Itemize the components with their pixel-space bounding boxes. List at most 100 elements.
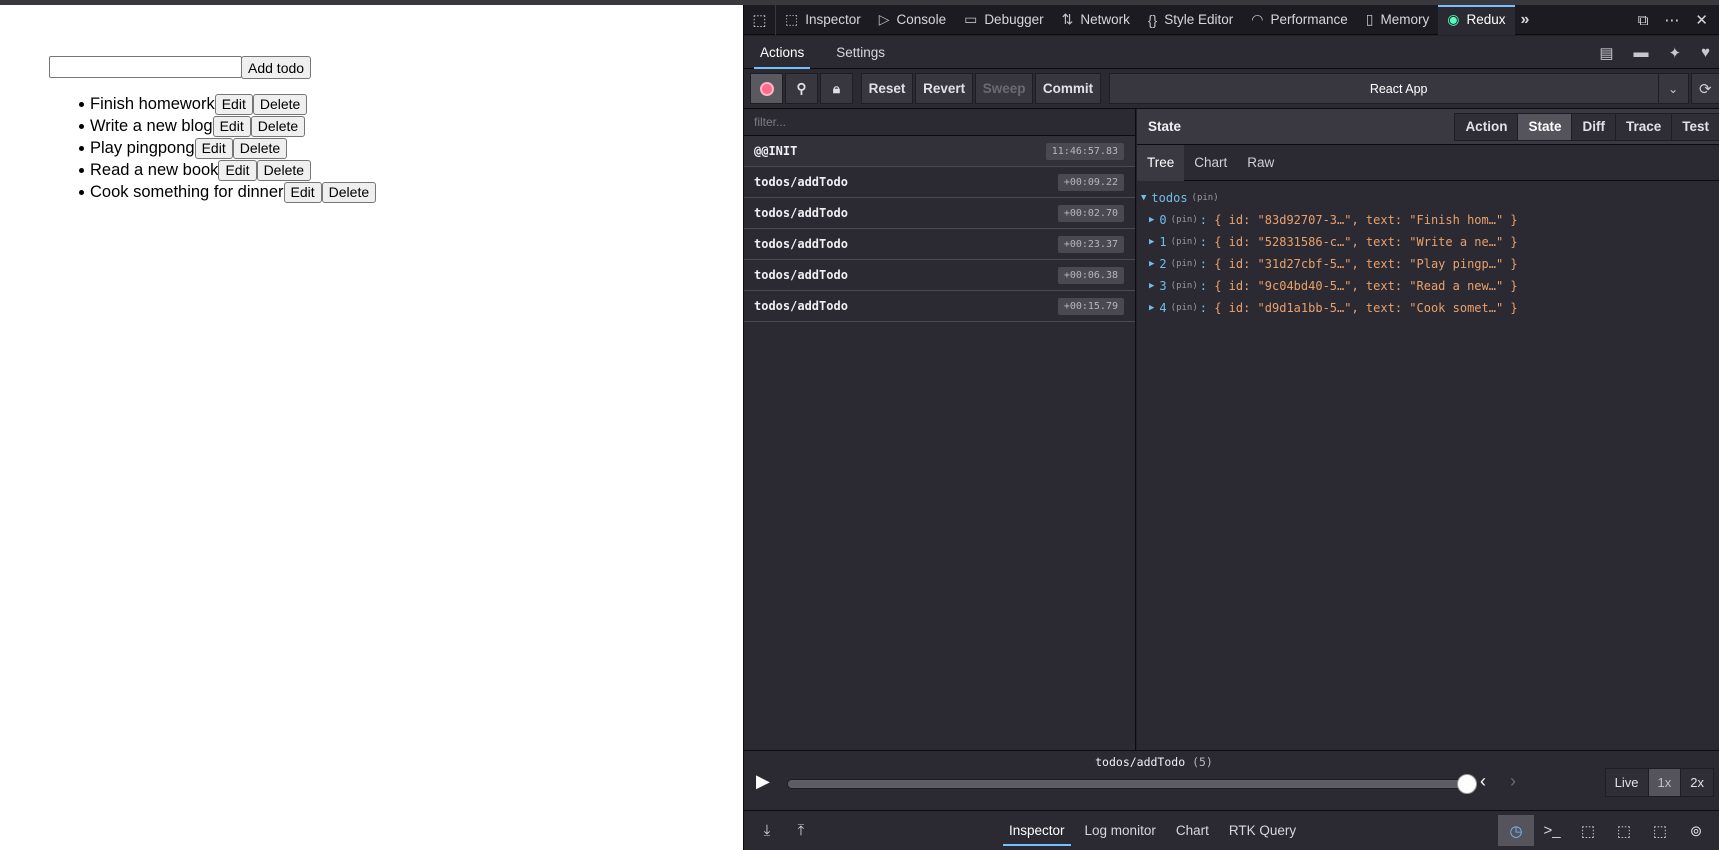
tab-diff[interactable]: Diff bbox=[1571, 112, 1616, 141]
filter-input[interactable]: filter... bbox=[744, 109, 1135, 136]
todo-input[interactable] bbox=[49, 56, 242, 78]
import-icon[interactable]: ⤓ bbox=[750, 815, 784, 846]
delete-button[interactable]: Delete bbox=[256, 159, 312, 181]
edit-button[interactable]: Edit bbox=[218, 159, 257, 181]
previous-chevron-icon[interactable]: ‹ bbox=[1480, 771, 1486, 792]
slider-handle[interactable] bbox=[1457, 774, 1477, 794]
collapsed-arrow-icon[interactable]: ▶ bbox=[1149, 281, 1154, 291]
record-button[interactable] bbox=[750, 73, 783, 104]
tab-chart-monitor[interactable]: Chart bbox=[1166, 811, 1219, 850]
expanded-arrow-icon[interactable]: ▼ bbox=[1141, 193, 1146, 203]
lock-button[interactable]: 🔒︎ bbox=[820, 73, 853, 104]
pin-link[interactable]: (pin) bbox=[1171, 259, 1198, 269]
tab-state[interactable]: State bbox=[1517, 112, 1573, 141]
tab-test[interactable]: Test bbox=[1671, 112, 1719, 141]
play-icon[interactable]: ▶ bbox=[756, 771, 776, 793]
commit-button[interactable]: Commit bbox=[1035, 73, 1101, 104]
pin-link[interactable]: (pin) bbox=[1171, 281, 1198, 291]
speed-2x-button[interactable]: 2x bbox=[1680, 768, 1714, 797]
edit-button[interactable]: Edit bbox=[214, 93, 253, 115]
tab-inspector-monitor[interactable]: Inspector bbox=[999, 811, 1075, 850]
chevron-down-icon[interactable]: ⌄ bbox=[1657, 74, 1688, 103]
debugger-icon: ▭ bbox=[964, 11, 978, 27]
tab-action[interactable]: Action bbox=[1454, 112, 1519, 141]
collapsed-arrow-icon[interactable]: ▶ bbox=[1149, 259, 1154, 269]
collapsed-arrow-icon[interactable]: ▶ bbox=[1149, 237, 1154, 247]
element-picker-icon[interactable]: ⬚ bbox=[744, 4, 776, 35]
tab-chart[interactable]: Chart bbox=[1184, 145, 1237, 181]
action-row[interactable]: todos/addTodo +00:23.37 bbox=[744, 229, 1135, 260]
export-icon[interactable]: ⤒ bbox=[784, 815, 818, 846]
tab-rtk-query[interactable]: RTK Query bbox=[1219, 811, 1306, 850]
tab-console[interactable]: ▷ Console bbox=[870, 5, 955, 35]
collapsed-arrow-icon[interactable]: ▶ bbox=[1149, 303, 1154, 313]
slider-track[interactable] bbox=[787, 774, 1477, 794]
dock-right-icon[interactable]: ⬚ bbox=[1642, 815, 1678, 846]
action-row[interactable]: todos/addTodo +00:06.38 bbox=[744, 260, 1135, 291]
dispatcher-terminal-icon[interactable]: >_ bbox=[1534, 815, 1570, 846]
revert-button[interactable]: Revert bbox=[915, 73, 973, 104]
tree-node[interactable]: ▶ 1 (pin) : { id: "52831586-c…", text: "… bbox=[1137, 231, 1719, 253]
tab-inspector[interactable]: ⬚ Inspector bbox=[776, 5, 870, 35]
tab-network[interactable]: ⇅ Network bbox=[1053, 5, 1139, 35]
dock-side-icon[interactable]: ⧉ bbox=[1638, 12, 1649, 29]
todo-text: Read a new book bbox=[90, 160, 219, 179]
tree-node[interactable]: ▶ 2 (pin) : { id: "31d27cbf-5…", text: "… bbox=[1137, 253, 1719, 275]
pin-link[interactable]: (pin) bbox=[1171, 237, 1198, 247]
tab-debugger[interactable]: ▭ Debugger bbox=[955, 5, 1053, 35]
redux-header: Actions Settings ▤ ▬ ✦ ♥ bbox=[744, 36, 1719, 69]
next-chevron-icon[interactable]: › bbox=[1510, 771, 1516, 792]
sync-button[interactable]: ⟳ bbox=[1690, 73, 1719, 104]
tree-node[interactable]: ▶ 3 (pin) : { id: "9c04bd40-5…", text: "… bbox=[1137, 275, 1719, 297]
tab-style-editor[interactable]: {} Style Editor bbox=[1139, 5, 1242, 35]
action-row[interactable]: todos/addTodo +00:15.79 bbox=[744, 291, 1135, 322]
heart-icon[interactable]: ♥ bbox=[1701, 44, 1710, 61]
twitter-icon[interactable]: ✦ bbox=[1669, 44, 1682, 62]
tab-label: Console bbox=[896, 12, 947, 27]
delete-button[interactable]: Delete bbox=[252, 93, 308, 115]
tab-redux[interactable]: ◉ Redux bbox=[1438, 4, 1515, 35]
pin-link[interactable]: (pin) bbox=[1171, 303, 1198, 313]
edit-button[interactable]: Edit bbox=[212, 115, 251, 137]
edit-button[interactable]: Edit bbox=[194, 137, 233, 159]
action-row[interactable]: todos/addTodo +00:02.70 bbox=[744, 198, 1135, 229]
sweep-button[interactable]: Sweep bbox=[974, 73, 1034, 104]
tab-trace[interactable]: Trace bbox=[1614, 112, 1673, 141]
slider-toggle-icon[interactable]: ◷ bbox=[1498, 815, 1534, 846]
delete-button[interactable]: Delete bbox=[250, 115, 306, 137]
tab-actions[interactable]: Actions bbox=[744, 36, 820, 69]
add-todo-button[interactable]: Add todo bbox=[241, 56, 312, 79]
tab-tree[interactable]: Tree bbox=[1137, 144, 1185, 181]
pin-link[interactable]: (pin) bbox=[1192, 193, 1219, 203]
tab-performance[interactable]: ◠ Performance bbox=[1242, 5, 1357, 35]
instance-select[interactable]: React App ⌄ bbox=[1108, 73, 1689, 104]
more-options-icon[interactable]: ⋯ bbox=[1664, 11, 1679, 29]
tree-node[interactable]: ▶ 0 (pin) : { id: "83d92707-3…", text: "… bbox=[1137, 209, 1719, 231]
tree-node-todos[interactable]: ▼ todos (pin) bbox=[1137, 187, 1719, 209]
dock-left-icon[interactable]: ⬚ bbox=[1570, 815, 1606, 846]
reset-button[interactable]: Reset bbox=[860, 73, 914, 104]
delete-button[interactable]: Delete bbox=[321, 181, 377, 203]
remote-broadcast-icon[interactable]: ⊚ bbox=[1678, 815, 1714, 846]
collapsed-arrow-icon[interactable]: ▶ bbox=[1149, 215, 1154, 225]
speed-live-button[interactable]: Live bbox=[1604, 768, 1649, 797]
close-icon[interactable]: ✕ bbox=[1695, 11, 1708, 29]
pin-link[interactable]: (pin) bbox=[1171, 215, 1198, 225]
tree-value: { id: "9c04bd40-5…", text: "Read a new…"… bbox=[1214, 279, 1518, 293]
action-row[interactable]: todos/addTodo +00:09.22 bbox=[744, 167, 1135, 198]
tab-settings[interactable]: Settings bbox=[820, 36, 901, 69]
more-tabs-chevron-icon[interactable]: » bbox=[1515, 11, 1536, 29]
tab-memory[interactable]: ▯ Memory bbox=[1357, 5, 1438, 35]
tab-raw[interactable]: Raw bbox=[1237, 145, 1284, 181]
speed-1x-button[interactable]: 1x bbox=[1647, 768, 1682, 797]
pin-button[interactable]: ⚲ bbox=[785, 73, 818, 104]
action-row[interactable]: @@INIT 11:46:57.83 bbox=[744, 136, 1135, 167]
delete-button[interactable]: Delete bbox=[232, 137, 288, 159]
todo-item: Finish homework Edit Delete bbox=[78, 93, 376, 115]
docs-book-icon[interactable]: ▤ bbox=[1599, 44, 1613, 62]
tab-log-monitor[interactable]: Log monitor bbox=[1075, 811, 1166, 850]
tree-node[interactable]: ▶ 4 (pin) : { id: "d9d1a1bb-5…", text: "… bbox=[1137, 297, 1719, 319]
dock-bottom-icon[interactable]: ⬚ bbox=[1606, 815, 1642, 846]
feedback-chat-icon[interactable]: ▬ bbox=[1634, 44, 1649, 61]
edit-button[interactable]: Edit bbox=[283, 181, 322, 203]
